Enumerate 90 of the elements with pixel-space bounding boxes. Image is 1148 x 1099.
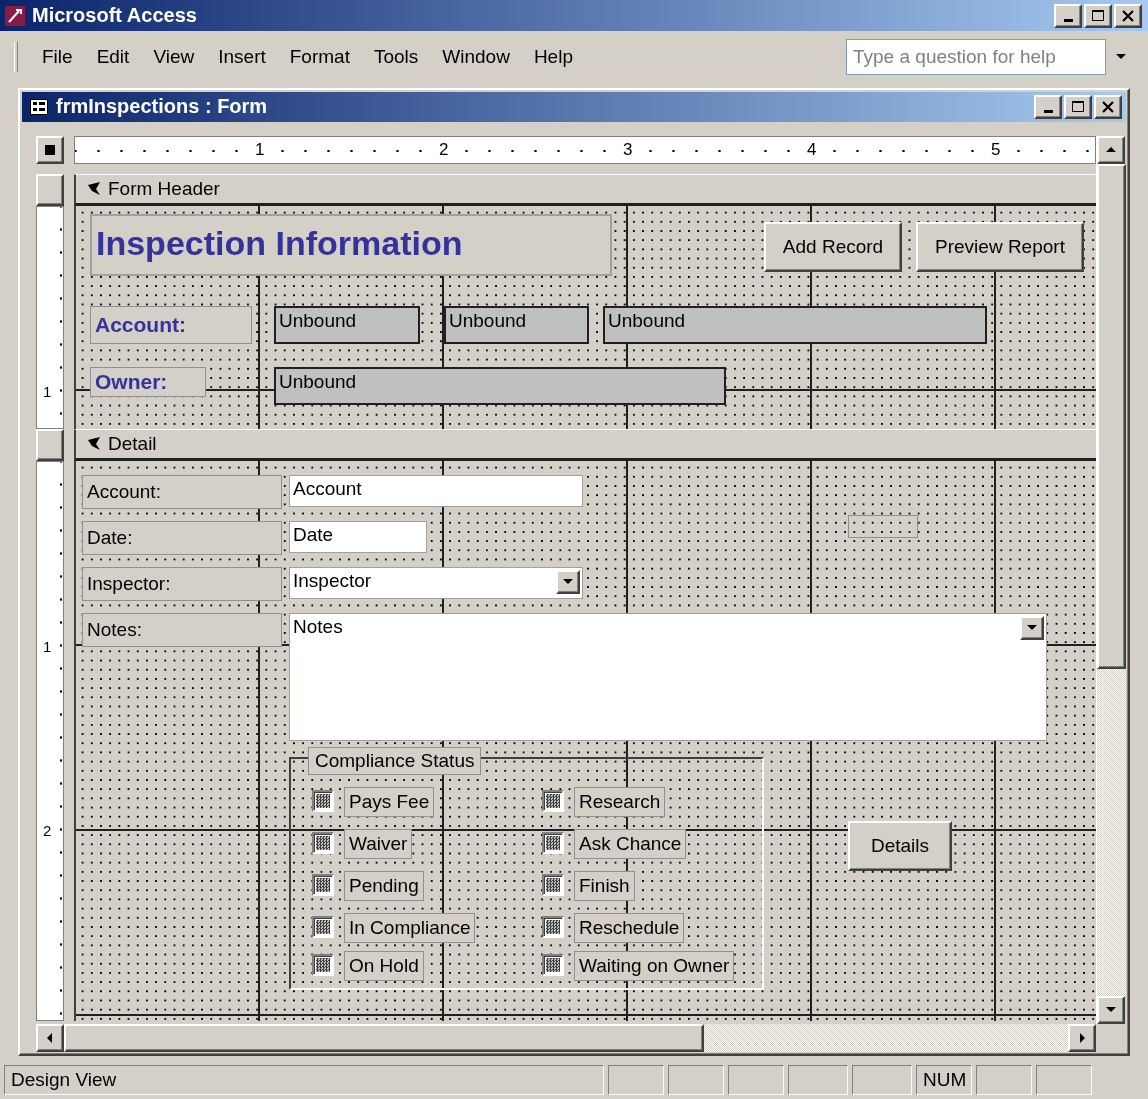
section-selector[interactable] [36,428,64,461]
checkbox-label[interactable]: In Compliance [344,912,476,943]
scroll-thumb[interactable] [64,1023,704,1052]
status-pane [788,1065,848,1096]
maximize-button[interactable] [1064,94,1092,119]
checkbox-label[interactable]: Research [574,786,666,817]
form-button[interactable]: Add Record [764,221,902,272]
field-label[interactable]: Owner: [90,366,206,397]
checkbox[interactable] [542,831,564,854]
option-group-title[interactable]: Compliance Status [308,746,482,775]
unbound-control[interactable]: Unbound [603,305,987,344]
close-button[interactable] [1094,94,1122,119]
status-pane [976,1065,1032,1096]
checkbox[interactable] [312,873,334,896]
status-pane [728,1065,784,1096]
checkbox[interactable] [312,953,334,976]
unbound-control[interactable]: Unbound [274,305,420,344]
checkbox[interactable] [542,873,564,896]
scroll-down-button[interactable] [1097,995,1125,1024]
close-icon [1121,8,1135,23]
checkbox[interactable] [542,953,564,976]
maximize-icon [1071,99,1085,114]
field-label[interactable]: Inspector: [82,566,282,601]
help-search-field[interactable]: Type a question for help [846,38,1106,75]
maximize-button[interactable] [1084,3,1112,28]
checkbox-label[interactable]: Ask Chance [574,828,687,859]
empty-control[interactable] [848,514,918,538]
minimize-button[interactable] [1054,3,1082,28]
checkbox-label[interactable]: Waiting on Owner [574,950,735,981]
close-button[interactable] [1114,3,1142,28]
checkbox[interactable] [312,831,334,854]
form-button[interactable]: Preview Report [916,221,1084,272]
scroll-right-button[interactable] [1068,1023,1096,1052]
square-icon [45,144,55,155]
minimize-icon [1043,109,1053,113]
form-window-title: frmInspections : Form [56,95,269,119]
close-icon [1101,99,1115,114]
status-pane [852,1065,912,1096]
menu-item[interactable]: View [141,41,207,72]
minimize-icon [1063,18,1073,22]
checkbox[interactable] [542,915,564,938]
num-lock-indicator: NUM [916,1065,972,1096]
text-box[interactable]: Account [289,474,583,507]
scroll-up-button[interactable] [1097,135,1125,164]
field-label[interactable]: Date: [82,520,282,555]
unbound-control[interactable]: Unbound [274,366,726,405]
status-text: Design View [4,1065,604,1096]
checkbox-label[interactable]: Pays Fee [344,786,435,817]
section-title: Detail [108,432,157,455]
key-icon [4,4,26,27]
section-title: Form Header [108,177,220,200]
form-icon [30,98,48,115]
unbound-control[interactable]: Unbound [444,305,589,344]
menu-item[interactable]: Edit [84,41,142,72]
section-bar[interactable]: Detail [74,428,1096,461]
field-label[interactable]: Account: [90,305,252,344]
checkbox-label[interactable]: Waiver [344,828,413,859]
section-arrow-icon [86,435,102,452]
menu-item[interactable]: Window [430,41,522,72]
form-heading[interactable]: Inspection Information [90,213,612,276]
scroll-left-button[interactable] [36,1023,64,1052]
section-selector[interactable] [36,173,64,206]
menu-item[interactable]: File [30,41,85,72]
section-arrow-icon [86,180,102,197]
checkbox-label[interactable]: Finish [574,870,635,901]
form-selector[interactable] [36,135,64,164]
menu-item[interactable]: Format [277,41,362,72]
field-label[interactable]: Account: [82,474,282,509]
checkbox-label[interactable]: On Hold [344,950,424,981]
minimize-button[interactable] [1034,94,1062,119]
menu-item[interactable]: Tools [361,41,431,72]
status-pane [1036,1065,1092,1096]
checkbox[interactable] [312,915,334,938]
menu-item[interactable]: Insert [206,41,278,72]
status-pane [608,1065,664,1096]
field-label[interactable]: Notes: [82,612,282,647]
checkbox-label[interactable]: Pending [344,870,424,901]
checkbox-label[interactable]: Reschedule [574,912,685,943]
text-box[interactable]: Date [289,520,427,553]
app-title: Microsoft Access [32,4,198,28]
scroll-thumb[interactable] [1097,163,1126,669]
checkbox[interactable] [542,789,564,812]
combo-box[interactable]: Inspector [289,566,583,599]
memo-box[interactable]: Notes [289,612,1047,741]
checkbox[interactable] [312,789,334,812]
maximize-icon [1091,8,1105,23]
section-bar[interactable]: Form Header [74,173,1096,206]
status-pane [668,1065,724,1096]
menu-item[interactable]: Help [521,41,585,72]
details-button[interactable]: Details [848,820,952,871]
